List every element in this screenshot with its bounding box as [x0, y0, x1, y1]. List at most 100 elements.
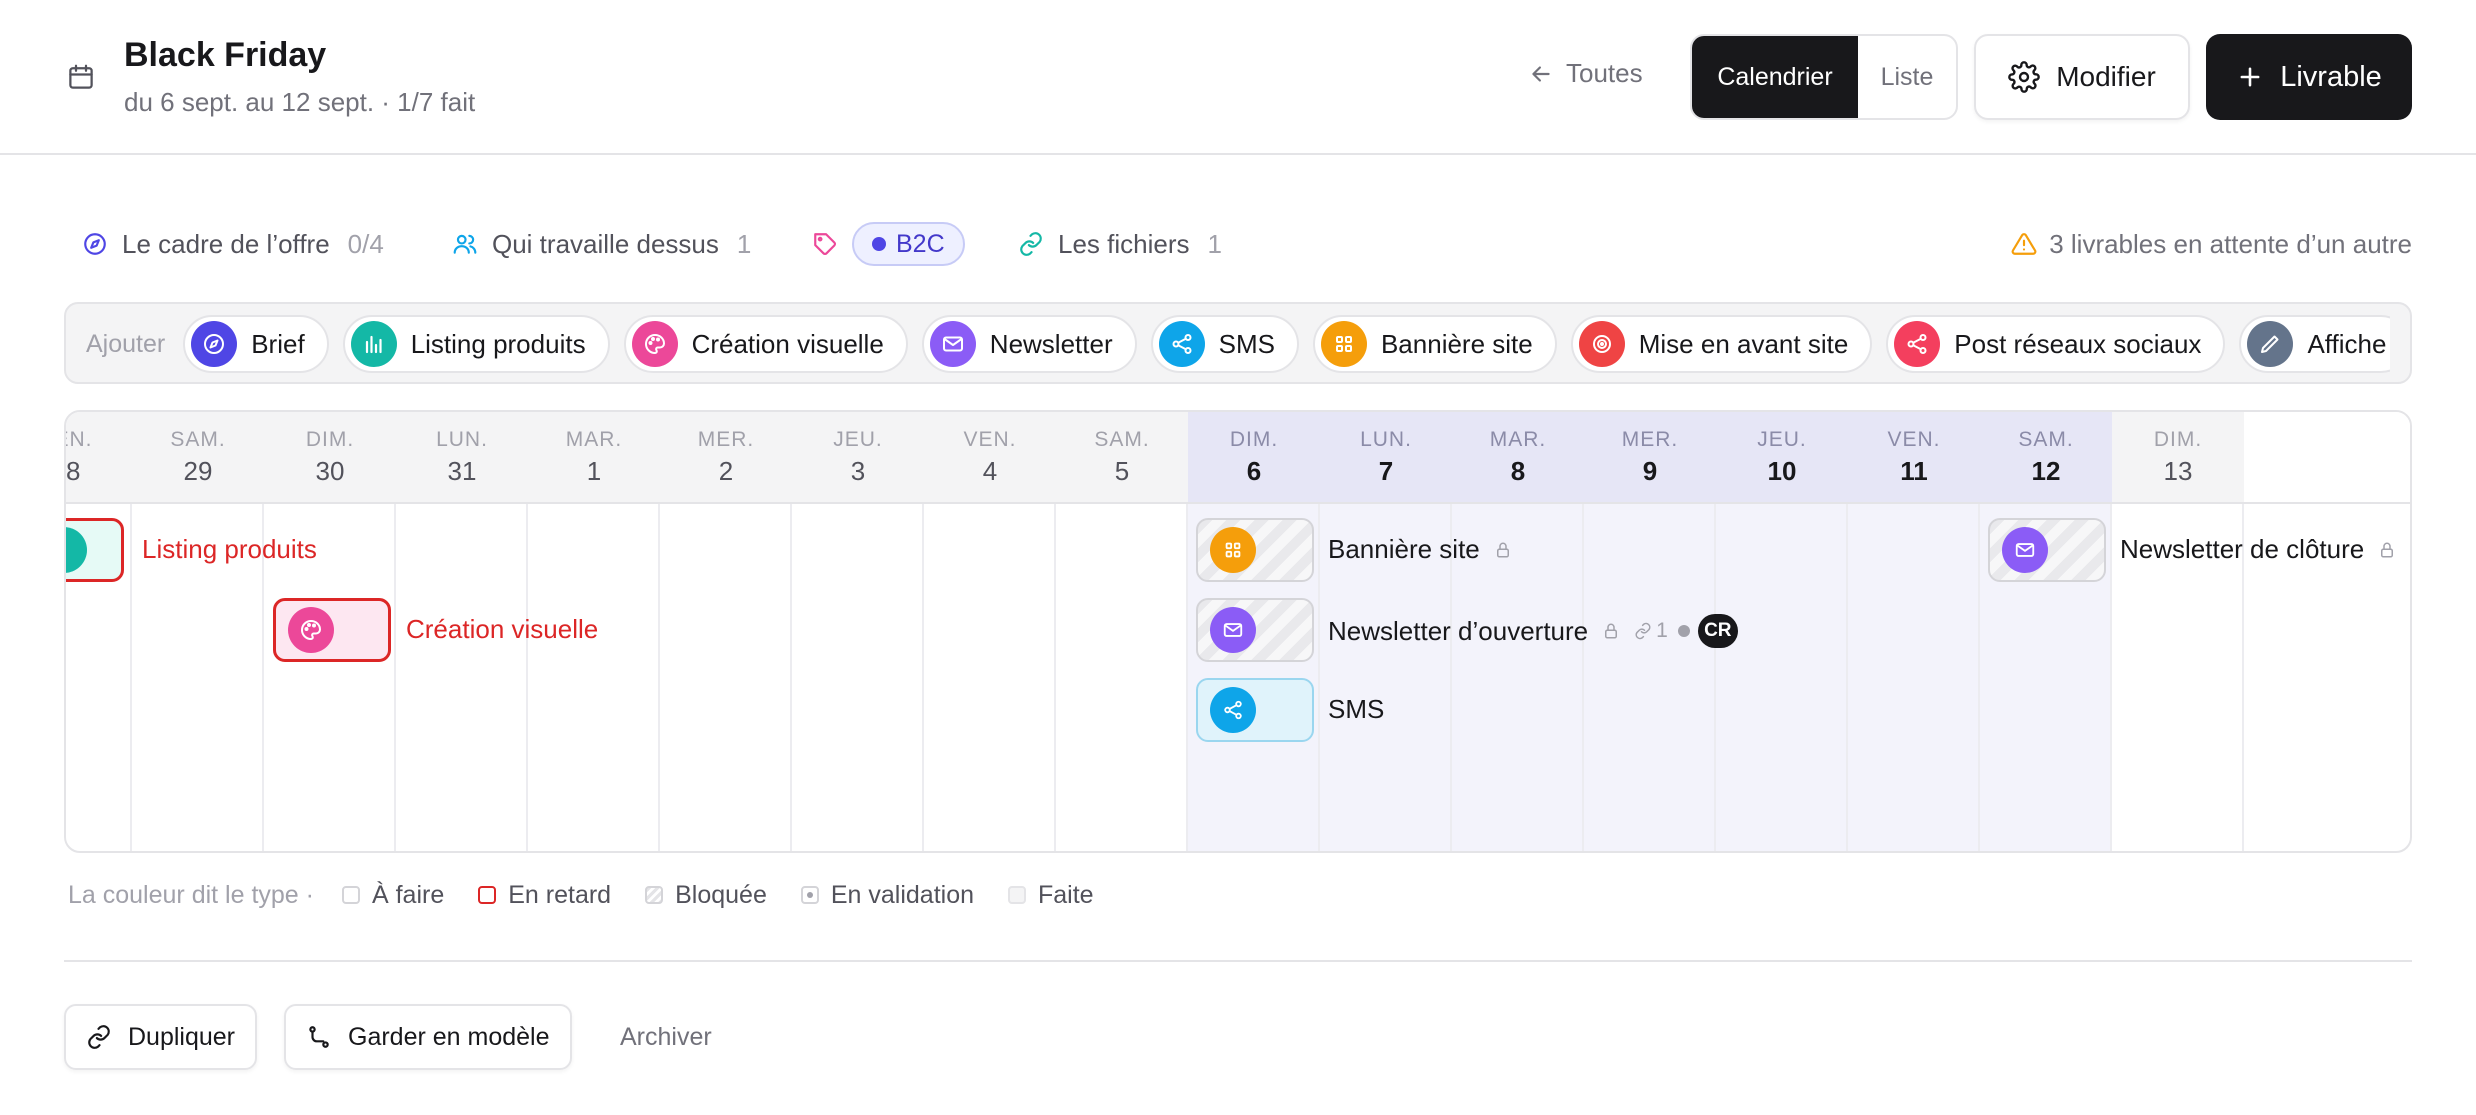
event-listing-produits[interactable]: [66, 518, 124, 582]
legend-item-label: Bloquée: [675, 880, 767, 909]
add-deliverable-button[interactable]: Livrable: [2206, 34, 2412, 120]
day-header: LUN. 31: [396, 412, 528, 504]
plus-icon: [2240, 67, 2260, 87]
day-column[interactable]: SAM. 5: [1056, 412, 1188, 851]
day-column[interactable]: VEN. 28: [66, 412, 132, 851]
day-column[interactable]: DIM. 13: [2112, 412, 2244, 851]
day-column[interactable]: JEU. 3: [792, 412, 924, 851]
b2c-tag[interactable]: B2C: [852, 222, 965, 266]
day-name: DIM.: [1229, 427, 1279, 451]
pending-warning[interactable]: 3 livrables en attente d’un autre: [2011, 222, 2412, 266]
edit-button[interactable]: Modifier: [1974, 34, 2190, 120]
add-chip-label: Listing produits: [410, 328, 586, 359]
event-banniere-site[interactable]: [1196, 518, 1314, 582]
event-newsletter-ouverture[interactable]: [1196, 598, 1314, 662]
add-chip-label: Mise en avant site: [1638, 328, 1849, 359]
team-count: 1: [736, 228, 752, 259]
day-column[interactable]: SAM. 12: [1980, 412, 2112, 851]
event-creation-visuelle[interactable]: [273, 598, 391, 662]
legend-item-todo: À faire: [341, 881, 444, 910]
event-label-newsletter-ouverture[interactable]: Newsletter d’ouverture 1 CR: [1328, 614, 1738, 648]
save-as-template-button[interactable]: Garder en modèle: [284, 1004, 572, 1070]
day-number: 9: [1642, 455, 1658, 486]
view-switcher: Calendrier Liste: [1690, 34, 1958, 120]
day-number: 4: [982, 455, 998, 486]
event-sms[interactable]: [1196, 678, 1314, 742]
calendar-view-button[interactable]: Calendrier: [1692, 36, 1858, 118]
day-number: 1: [586, 455, 602, 486]
add-chip-label: Affiche: [2307, 328, 2387, 359]
add-chip-brief[interactable]: Brief: [183, 315, 329, 373]
team-link[interactable]: Qui travaille dessus 1: [452, 222, 751, 266]
day-number: 11: [1900, 455, 1928, 486]
add-chip-creation[interactable]: Création visuelle: [623, 315, 908, 373]
event-label[interactable]: SMS: [1328, 694, 1384, 725]
warning-icon: [2011, 233, 2037, 255]
add-chip-affiche[interactable]: Affiche: [2239, 315, 2390, 373]
day-header: SAM. 12: [1980, 412, 2112, 504]
day-number: 29: [183, 455, 213, 486]
legend-item-label: En validation: [830, 880, 974, 909]
palette-icon: [631, 321, 678, 367]
add-chip-listing[interactable]: Listing produits: [342, 315, 610, 373]
day-column[interactable]: SAM. 29: [132, 412, 264, 851]
users-icon: [453, 234, 477, 254]
day-name: DIM.: [2153, 427, 2203, 451]
day-number: 30: [315, 455, 345, 486]
day-column[interactable]: MER. 2: [660, 412, 792, 851]
bar-chart-icon: [66, 527, 87, 573]
b2c-tag-label: B2C: [896, 229, 945, 258]
add-chip-post-reseaux[interactable]: Post réseaux sociaux: [1886, 315, 2226, 373]
add-chip-label: Bannière site: [1380, 328, 1533, 359]
calendar-icon: [69, 64, 93, 89]
day-number: 13: [2163, 455, 2193, 486]
grid-icon: [1210, 527, 1256, 573]
add-chip-sms[interactable]: SMS: [1150, 315, 1299, 373]
event-label[interactable]: Création visuelle: [406, 614, 598, 645]
team-label: Qui travaille dessus: [492, 228, 719, 259]
pending-warning-label: 3 livrables en attente d’un autre: [2049, 228, 2412, 259]
bar-chart-icon: [350, 321, 397, 367]
legend-item-late: En retard: [478, 881, 611, 910]
day-number: 12: [2031, 455, 2061, 486]
day-header: VEN. 28: [66, 412, 132, 504]
back-to-all-link[interactable]: Toutes: [1528, 58, 1643, 89]
pencil-icon: [2247, 321, 2294, 367]
day-name: MER.: [697, 427, 755, 451]
day-number: 6: [1246, 455, 1262, 486]
add-chip-label: Création visuelle: [691, 328, 884, 359]
archive-button[interactable]: Archiver: [620, 1004, 712, 1070]
day-header: SAM. 29: [132, 412, 264, 504]
day-name: DIM.: [305, 427, 355, 451]
event-label-newsletter-cloture[interactable]: Newsletter de clôture: [2120, 534, 2396, 565]
add-chip-label: Post réseaux sociaux: [1954, 328, 2202, 359]
day-column[interactable]: VEN. 4: [924, 412, 1056, 851]
compass-icon: [84, 233, 106, 255]
day-name: SAM.: [170, 427, 226, 451]
add-chip-mise-en-avant[interactable]: Mise en avant site: [1570, 315, 1873, 373]
event-newsletter-cloture[interactable]: [1988, 518, 2106, 582]
event-label-banniere[interactable]: Bannière site: [1328, 534, 1512, 565]
day-number: 5: [1114, 455, 1130, 486]
assignee-avatar[interactable]: CR: [1697, 614, 1738, 648]
duplicate-button[interactable]: Dupliquer: [64, 1004, 258, 1070]
day-name: JEU.: [1757, 427, 1807, 451]
tag-dot: [872, 237, 886, 251]
offer-frame-link[interactable]: Le cadre de l’offre 0/4: [82, 222, 384, 266]
add-chip-newsletter[interactable]: Newsletter: [921, 315, 1137, 373]
day-column[interactable]: VEN. 11: [1848, 412, 1980, 851]
files-link[interactable]: Les fichiers 1: [1018, 222, 1222, 266]
link-icon: [1635, 622, 1651, 640]
day-name: MAR.: [565, 427, 623, 451]
list-view-button[interactable]: Liste: [1858, 36, 1956, 118]
back-label: Toutes: [1566, 58, 1643, 88]
add-chip-banniere[interactable]: Bannière site: [1312, 315, 1557, 373]
tag-group: B2C: [812, 222, 965, 266]
event-label[interactable]: Listing produits: [142, 534, 317, 565]
day-number: 3: [850, 455, 866, 486]
legend-swatch: [478, 886, 497, 904]
mail-icon: [929, 321, 976, 367]
day-header: MAR. 1: [528, 412, 660, 504]
offer-frame-count: 0/4: [347, 228, 384, 259]
lock-icon: [1605, 623, 1618, 639]
